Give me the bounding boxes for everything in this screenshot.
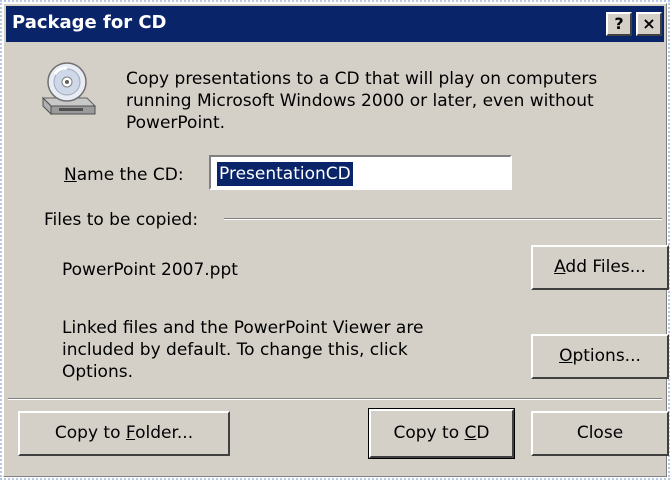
options-mnemonic: O <box>559 346 573 366</box>
cd-name-label: Name the CD: <box>64 164 184 186</box>
copy-to-cd-mnemonic: C <box>464 423 477 443</box>
cd-drive-icon <box>41 62 97 116</box>
intro-line: running Microsoft Windows 2000 or later,… <box>126 91 594 111</box>
intro-line: Copy presentations to a CD that will pla… <box>126 69 598 89</box>
copy-to-cd-face: Copy to CD <box>369 409 514 458</box>
files-section-label: Files to be copied: <box>44 210 199 230</box>
linked-files-note: Linked files and the PowerPoint Viewer a… <box>62 317 482 383</box>
options-button[interactable]: Options... <box>531 334 669 379</box>
cd-name-label-rest: ame the CD: <box>76 165 184 185</box>
copy-to-folder-mnemonic: F <box>125 423 136 443</box>
close-button[interactable]: Close <box>531 411 669 456</box>
close-window-button[interactable]: × <box>636 12 662 36</box>
title-bar[interactable]: Package for CD ? × <box>6 6 664 42</box>
add-files-mnemonic: A <box>554 257 566 277</box>
help-button[interactable]: ? <box>606 12 632 36</box>
linked-line: Options. <box>62 362 133 382</box>
cd-name-value: PresentationCD <box>217 162 353 186</box>
options-label: ptions... <box>572 346 641 366</box>
package-for-cd-dialog: Package for CD ? × Copy presentations to… <box>3 3 669 477</box>
add-files-label: dd Files... <box>565 257 646 277</box>
copy-to-folder-pre: Copy to <box>54 423 126 443</box>
copy-to-folder-post: older... <box>135 423 194 443</box>
linked-line: included by default. To change this, cli… <box>62 340 408 360</box>
add-files-button[interactable]: Add Files... <box>531 245 669 290</box>
intro-text: Copy presentations to a CD that will pla… <box>126 68 646 134</box>
files-section-divider <box>224 218 662 220</box>
copy-to-cd-post: D <box>476 423 490 443</box>
copy-to-cd-pre: Copy to <box>393 423 465 443</box>
window-title: Package for CD <box>12 12 167 33</box>
footer-divider <box>8 398 662 400</box>
linked-line: Linked files and the PowerPoint Viewer a… <box>62 318 424 338</box>
copy-to-cd-button[interactable]: Copy to CD <box>368 408 515 459</box>
file-list-item[interactable]: PowerPoint 2007.ppt <box>62 259 238 281</box>
intro-line: PowerPoint. <box>126 113 226 133</box>
cd-name-label-mnemonic: N <box>64 165 77 185</box>
copy-to-folder-button[interactable]: Copy to Folder... <box>18 411 230 456</box>
cd-name-input[interactable]: PresentationCD <box>209 155 512 190</box>
